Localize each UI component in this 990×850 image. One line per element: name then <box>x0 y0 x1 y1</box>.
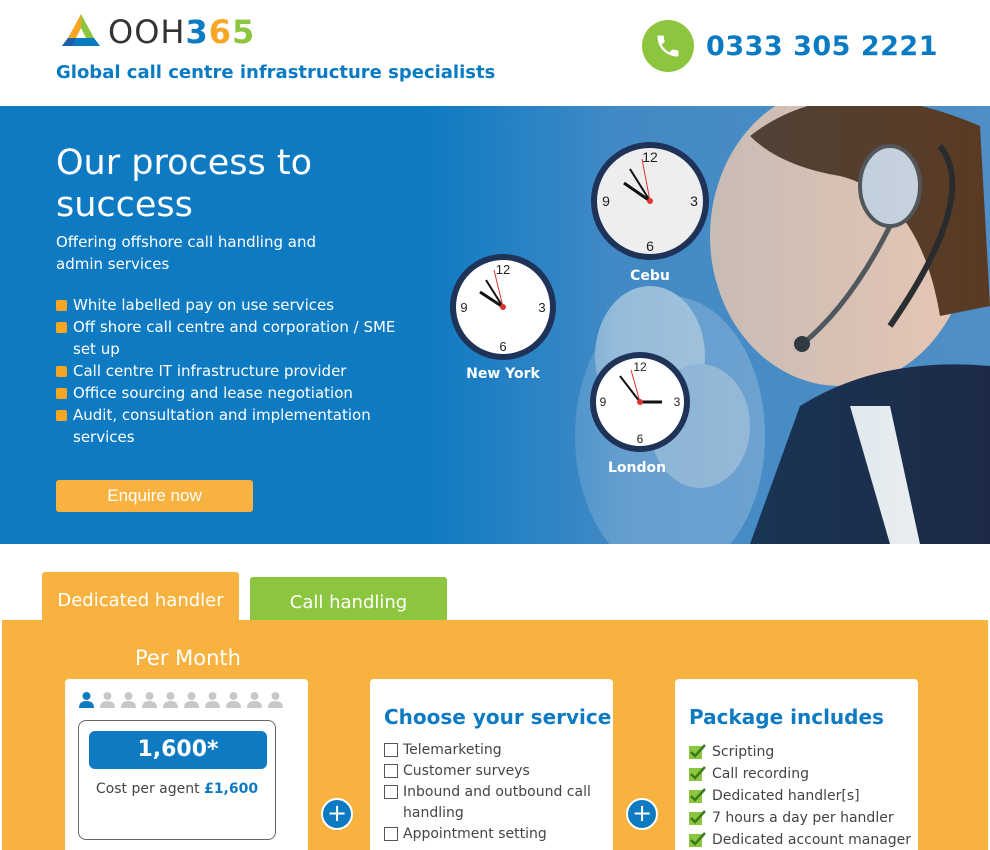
package-card: Package includes Scripting Call recordin… <box>675 679 918 850</box>
checkbox[interactable] <box>384 827 398 841</box>
agent-person-icon[interactable] <box>246 691 263 708</box>
tab-call-handling[interactable]: Call handling <box>250 577 447 620</box>
package-item: Call recording <box>689 763 914 785</box>
tagline: Global call centre infrastructure specia… <box>56 62 496 83</box>
bullet-icon <box>56 410 67 421</box>
hero-subtitle: Offering offshore call handling and admi… <box>56 233 316 273</box>
clock-london-icon: 12 3 6 9 <box>590 352 690 452</box>
plus-icon: + <box>321 798 353 830</box>
svg-text:3: 3 <box>538 300 545 315</box>
site-header: OOH365 Global call centre infrastructure… <box>0 0 990 106</box>
agent-person-icon[interactable] <box>99 691 116 708</box>
cost-per-agent: Cost per agent £1,600 <box>95 781 259 797</box>
price-value: 1,600* <box>89 731 267 769</box>
svg-text:6: 6 <box>499 339 506 354</box>
logo[interactable]: OOH365 <box>58 12 255 52</box>
service-option[interactable]: Appointment setting <box>384 824 604 845</box>
svg-text:6: 6 <box>646 238 654 254</box>
phone-number[interactable]: 0333 305 2221 <box>706 31 938 62</box>
package-item: Scripting <box>689 741 914 763</box>
hero-banner: Our process to success Offering offshore… <box>0 106 990 544</box>
list-item: Call centre IT infrastructure provider <box>56 360 416 382</box>
service-options: Telemarketing Customer surveys Inbound a… <box>384 740 604 845</box>
logo-mark-icon <box>62 14 100 46</box>
svg-text:9: 9 <box>602 193 610 209</box>
svg-text:6: 6 <box>637 432 644 446</box>
service-option[interactable]: Inbound and outbound call handling <box>384 782 604 824</box>
clock-new-york-icon: 12 3 6 9 <box>450 254 556 360</box>
bullet-icon <box>56 300 67 311</box>
service-option[interactable]: Telemarketing <box>384 740 604 761</box>
phone-icon <box>642 20 695 72</box>
agent-person-icon[interactable] <box>141 691 158 708</box>
agent-person-icon[interactable] <box>183 691 200 708</box>
checkmark-icon <box>689 744 706 759</box>
checkmark-icon <box>689 832 706 847</box>
agent-person-icon[interactable] <box>225 691 242 708</box>
package-item: Dedicated account manager <box>689 829 914 850</box>
package-item: 7 hours a day per handler <box>689 807 914 829</box>
package-item: Dedicated handler[s] <box>689 785 914 807</box>
svg-text:9: 9 <box>460 300 467 315</box>
agent-price-card: 1,600* Cost per agent £1,600 <box>65 679 308 850</box>
agent-person-icon[interactable] <box>78 691 95 708</box>
checkmark-icon <box>689 810 706 825</box>
services-list: White labelled pay on use services Off s… <box>56 294 416 448</box>
agent-selector[interactable] <box>78 691 284 708</box>
service-option[interactable]: Customer surveys <box>384 761 604 782</box>
checkmark-icon <box>689 766 706 781</box>
enquire-button[interactable]: Enquire now <box>56 480 253 512</box>
package-heading: Package includes <box>689 705 884 729</box>
agent-person-icon[interactable] <box>204 691 221 708</box>
checkbox[interactable] <box>384 785 398 799</box>
clock-new-york-label: New York <box>466 366 540 382</box>
checkmark-icon <box>689 788 706 803</box>
list-item: Audit, consultation and implementation s… <box>56 404 416 448</box>
svg-text:3: 3 <box>690 193 698 209</box>
clock-cebu-icon: 12 3 6 9 <box>591 142 709 260</box>
bullet-icon <box>56 366 67 377</box>
svg-text:12: 12 <box>642 149 658 165</box>
list-item: Office sourcing and lease negotiation <box>56 382 416 404</box>
service-card: Choose your service Telemarketing Custom… <box>370 679 613 850</box>
svg-text:12: 12 <box>496 262 510 277</box>
hero-title: Our process to success <box>56 143 313 225</box>
per-month-label: Per Month <box>135 646 241 670</box>
checkbox[interactable] <box>384 764 398 778</box>
list-item: White labelled pay on use services <box>56 294 416 316</box>
plus-icon: + <box>626 798 658 830</box>
pricing-panel: Per Month 1,600* Cost per agent £1,600 +… <box>2 620 988 850</box>
package-items: Scripting Call recording Dedicated handl… <box>689 741 914 850</box>
clock-london-label: London <box>607 460 667 476</box>
clock-cebu-label: Cebu <box>630 268 670 284</box>
logo-text: OOH365 <box>108 13 256 51</box>
svg-text:12: 12 <box>633 360 647 374</box>
agent-person-icon[interactable] <box>267 691 284 708</box>
service-heading: Choose your service <box>384 705 612 729</box>
list-item: Off shore call centre and corporation / … <box>56 316 416 360</box>
agent-person-icon[interactable] <box>120 691 137 708</box>
pricing-tabs: Dedicated handler Call handling <box>0 544 990 620</box>
svg-text:9: 9 <box>600 395 607 409</box>
svg-text:3: 3 <box>674 395 681 409</box>
phone-contact[interactable]: 0333 305 2221 <box>642 20 938 72</box>
price-box: 1,600* Cost per agent £1,600 <box>78 720 276 840</box>
checkbox[interactable] <box>384 743 398 757</box>
bullet-icon <box>56 388 67 399</box>
tab-dedicated-handler[interactable]: Dedicated handler <box>42 572 239 620</box>
bullet-icon <box>56 322 67 333</box>
agent-person-icon[interactable] <box>162 691 179 708</box>
